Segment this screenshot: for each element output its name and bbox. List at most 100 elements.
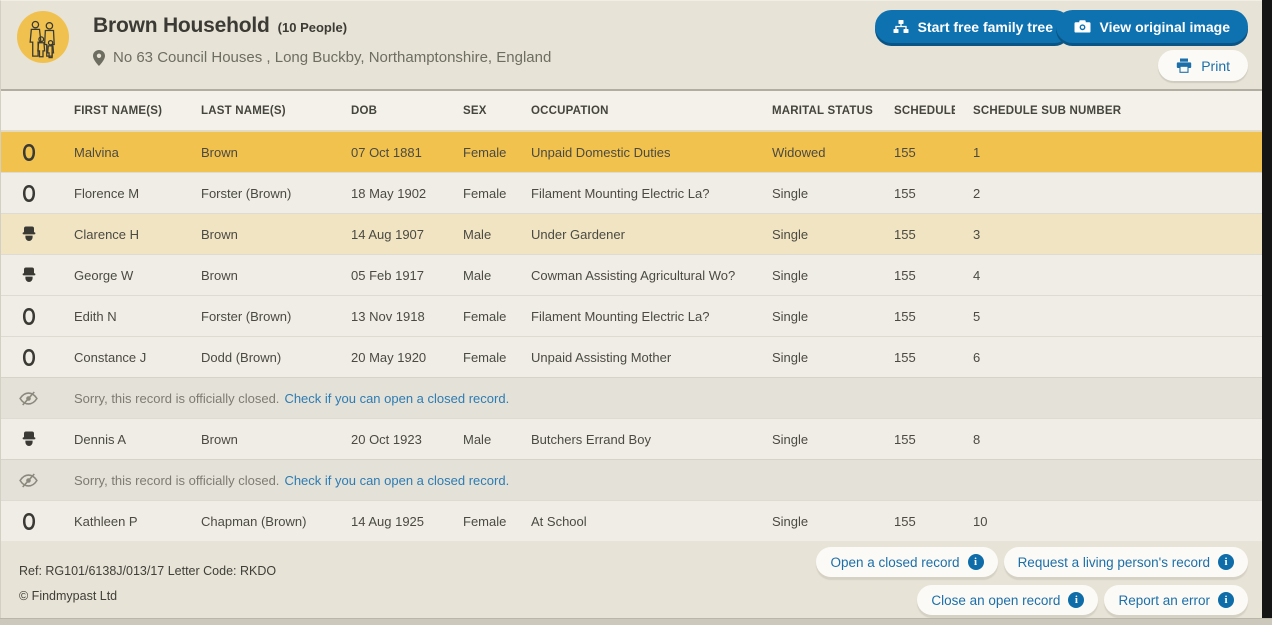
household-header: Brown Household (10 People) No 63 Counci…: [1, 1, 1262, 91]
closed-record-link[interactable]: Check if you can open a closed record.: [284, 391, 509, 406]
page-title: Brown Household: [93, 14, 270, 38]
column-header-occupation: OCCUPATION: [513, 105, 754, 117]
cell-dob: 14 Aug 1907: [333, 227, 445, 242]
cell-schedule-sub-number: 4: [955, 268, 1262, 283]
family-tree-icon: [893, 20, 909, 34]
cell-dob: 14 Aug 1925: [333, 514, 445, 529]
cell-occupation: Filament Mounting Electric La?: [513, 309, 754, 324]
info-icon: i: [1068, 592, 1084, 608]
cell-schedule-sub-number: 10: [955, 514, 1262, 529]
report-error-button[interactable]: Report an error i: [1104, 585, 1248, 615]
cell-dob: 20 Oct 1923: [333, 432, 445, 447]
cell-marital-status: Single: [754, 514, 876, 529]
table-row-person[interactable]: Clarence H Brown 14 Aug 1907 Male Under …: [1, 213, 1262, 254]
closed-record-link[interactable]: Check if you can open a closed record.: [284, 473, 509, 488]
cell-marital-status: Single: [754, 309, 876, 324]
request-living-record-button[interactable]: Request a living person's record i: [1004, 547, 1248, 577]
info-icon: i: [1218, 554, 1234, 570]
view-original-image-button[interactable]: View original image: [1056, 10, 1248, 43]
scrollbar[interactable]: [1262, 0, 1272, 618]
female-icon: [21, 348, 37, 367]
cell-schedule-sub-number: 3: [955, 227, 1262, 242]
cell-first-names: Clarence H: [56, 227, 183, 242]
cell-first-names: Edith N: [56, 309, 183, 324]
cell-first-names: Dennis A: [56, 432, 183, 447]
cell-marital-status: Single: [754, 268, 876, 283]
table-row-person[interactable]: Kathleen P Chapman (Brown) 14 Aug 1925 F…: [1, 500, 1262, 541]
cell-sex: Female: [445, 350, 513, 365]
print-label: Print: [1201, 58, 1230, 74]
cell-sex: Male: [445, 227, 513, 242]
column-header-first-names: FIRST NAME(S): [56, 105, 183, 117]
cell-sex: Female: [445, 186, 513, 201]
close-open-record-label: Close an open record: [931, 593, 1060, 608]
cell-last-names: Brown: [183, 268, 333, 283]
cell-last-names: Dodd (Brown): [183, 350, 333, 365]
info-icon: i: [968, 554, 984, 570]
cell-occupation: Butchers Errand Boy: [513, 432, 754, 447]
cell-dob: 05 Feb 1917: [333, 268, 445, 283]
eye-off-icon: [18, 473, 39, 488]
cell-first-names: Constance J: [56, 350, 183, 365]
household-title-block: Brown Household (10 People) No 63 Counci…: [93, 14, 551, 66]
start-family-tree-button[interactable]: Start free family tree: [875, 10, 1071, 43]
cell-sex: Female: [445, 514, 513, 529]
info-icon: i: [1218, 592, 1234, 608]
cell-occupation: Under Gardener: [513, 227, 754, 242]
cell-schedule-sub-number: 1: [955, 145, 1262, 160]
cell-schedule: 155: [876, 514, 955, 529]
cell-occupation: At School: [513, 514, 754, 529]
female-icon: [21, 184, 37, 203]
table-row-person[interactable]: Constance J Dodd (Brown) 20 May 1920 Fem…: [1, 336, 1262, 377]
table-row-person[interactable]: Malvina Brown 07 Oct 1881 Female Unpaid …: [1, 131, 1262, 172]
column-header-schedule-sub-number: SCHEDULE SUB NUMBER: [955, 105, 1262, 117]
cell-first-names: Florence M: [56, 186, 183, 201]
female-icon: [21, 307, 37, 326]
cell-schedule: 155: [876, 268, 955, 283]
household-members-table: Malvina Brown 07 Oct 1881 Female Unpaid …: [1, 131, 1262, 541]
table-row-person[interactable]: Edith N Forster (Brown) 13 Nov 1918 Fema…: [1, 295, 1262, 336]
printer-icon: [1176, 58, 1192, 73]
cell-schedule-sub-number: 2: [955, 186, 1262, 201]
cell-sex: Female: [445, 309, 513, 324]
request-living-record-label: Request a living person's record: [1018, 555, 1210, 570]
cell-dob: 18 May 1902: [333, 186, 445, 201]
close-open-record-button[interactable]: Close an open record i: [917, 585, 1098, 615]
table-row-person[interactable]: George W Brown 05 Feb 1917 Male Cowman A…: [1, 254, 1262, 295]
cell-occupation: Filament Mounting Electric La?: [513, 186, 754, 201]
cell-last-names: Brown: [183, 145, 333, 160]
location-pin-icon: [93, 50, 105, 66]
table-row-closed-record: Sorry, this record is officially closed.…: [1, 377, 1262, 418]
page-bottom-edge: [0, 618, 1272, 625]
cell-occupation: Cowman Assisting Agricultural Wo?: [513, 268, 754, 283]
cell-schedule: 155: [876, 145, 955, 160]
print-button[interactable]: Print: [1158, 50, 1248, 81]
column-header-last-names: LAST NAME(S): [183, 105, 333, 117]
cell-dob: 20 May 1920: [333, 350, 445, 365]
female-icon: [21, 512, 37, 531]
record-footer: Ref: RG101/6138J/013/17 Letter Code: RKD…: [1, 541, 1262, 618]
cell-schedule-sub-number: 8: [955, 432, 1262, 447]
copyright-notice: © Findmypast Ltd: [19, 584, 276, 610]
household-avatar: [17, 11, 69, 63]
closed-record-message: Sorry, this record is officially closed.: [74, 473, 279, 488]
cell-marital-status: Single: [754, 350, 876, 365]
table-row-person[interactable]: Florence M Forster (Brown) 18 May 1902 F…: [1, 172, 1262, 213]
cell-last-names: Forster (Brown): [183, 186, 333, 201]
cell-last-names: Brown: [183, 432, 333, 447]
table-row-person[interactable]: Dennis A Brown 20 Oct 1923 Male Butchers…: [1, 418, 1262, 459]
people-count-badge: (10 People): [278, 20, 347, 35]
cell-first-names: George W: [56, 268, 183, 283]
cell-sex: Male: [445, 432, 513, 447]
cell-first-names: Malvina: [56, 145, 183, 160]
cell-schedule-sub-number: 6: [955, 350, 1262, 365]
open-closed-record-button[interactable]: Open a closed record i: [816, 547, 997, 577]
view-original-image-label: View original image: [1100, 19, 1230, 35]
eye-off-icon: [18, 391, 39, 406]
closed-record-message: Sorry, this record is officially closed.: [74, 391, 279, 406]
cell-schedule: 155: [876, 350, 955, 365]
camera-icon: [1074, 20, 1091, 33]
cell-schedule: 155: [876, 186, 955, 201]
column-header-dob: DOB: [333, 105, 445, 117]
table-row-closed-record: Sorry, this record is officially closed.…: [1, 459, 1262, 500]
